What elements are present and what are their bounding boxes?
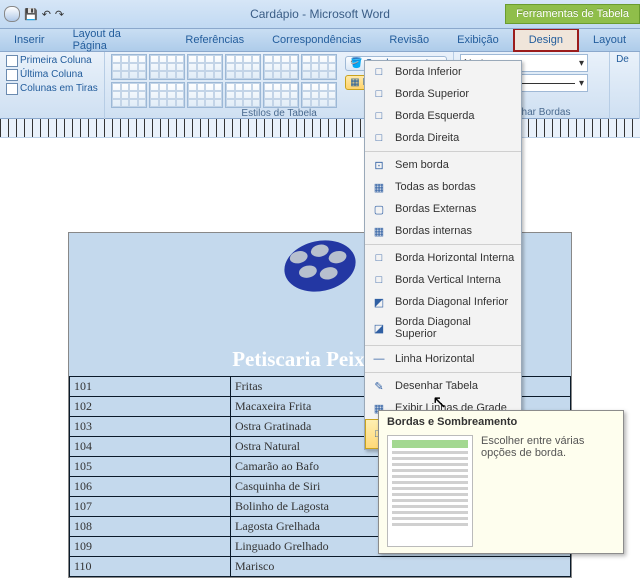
tab-revisão[interactable]: Revisão — [375, 30, 443, 50]
checkbox-última-coluna[interactable]: Última Coluna — [6, 68, 98, 82]
table-style-thumb[interactable] — [149, 82, 185, 108]
border-type-icon: □ — [371, 86, 387, 102]
border-type-icon: □ — [371, 130, 387, 146]
table-row[interactable]: 110Marisco — [70, 557, 571, 577]
table-style-thumb[interactable] — [301, 54, 337, 80]
tab-design[interactable]: Design — [513, 28, 579, 52]
menu-item-borda-esquerda[interactable]: □Borda Esquerda — [365, 105, 521, 127]
table-style-thumb[interactable] — [301, 82, 337, 108]
border-type-icon: ✎ — [371, 378, 387, 394]
table-style-thumb[interactable] — [263, 82, 299, 108]
redo-icon[interactable]: ↷ — [55, 8, 64, 21]
clipart-plate — [275, 241, 365, 341]
tooltip-text: Escolher entre várias opções de borda. — [481, 435, 615, 547]
chevron-down-icon: ▾ — [579, 58, 584, 69]
tooltip-title: Bordas e Sombreamento — [379, 411, 623, 431]
menu-item-bordas-internas[interactable]: ▦Bordas internas — [365, 220, 521, 242]
menu-item-borda-diagonal-superior[interactable]: ◪Borda Diagonal Superior — [365, 313, 521, 343]
chevron-down-icon: ▾ — [579, 78, 584, 89]
menu-item-todas-as-bordas[interactable]: ▦Todas as bordas — [365, 176, 521, 198]
table-style-options-group: Primeira ColunaÚltima ColunaColunas em T… — [0, 52, 105, 122]
border-type-icon: □ — [371, 108, 387, 124]
office-button[interactable] — [4, 6, 20, 22]
title-bar: 💾 ↶ ↷ Cardápio - Microsoft Word Ferramen… — [0, 0, 640, 29]
undo-icon[interactable]: ↶ — [42, 8, 51, 21]
menu-item-borda-direita[interactable]: □Borda Direita — [365, 127, 521, 149]
border-type-icon: ⊡ — [371, 157, 387, 173]
tab-inserir[interactable]: Inserir — [0, 30, 59, 50]
table-style-thumb[interactable] — [111, 54, 147, 80]
table-style-thumb[interactable] — [187, 82, 223, 108]
checkbox-primeira-coluna[interactable]: Primeira Coluna — [6, 54, 98, 68]
pen-group-partial: De — [610, 52, 640, 122]
table-style-thumb[interactable] — [111, 82, 147, 108]
menu-item-sem-borda[interactable]: ⊡Sem borda — [365, 154, 521, 176]
ribbon-tabs: InserirLayout da PáginaReferênciasCorres… — [0, 29, 640, 52]
border-icon: ▦ — [350, 77, 359, 88]
border-type-icon: — — [371, 351, 387, 367]
menu-item-borda-vertical-interna[interactable]: □Borda Vertical Interna — [365, 269, 521, 291]
table-style-thumb[interactable] — [263, 54, 299, 80]
menu-item-borda-horizontal-interna[interactable]: □Borda Horizontal Interna — [365, 247, 521, 269]
border-type-icon: ◩ — [371, 294, 387, 310]
checkbox-colunas-em-tiras[interactable]: Colunas em Tiras — [6, 82, 98, 96]
table-style-thumb[interactable] — [225, 54, 261, 80]
mouse-cursor-icon: ↖ — [432, 392, 447, 413]
document-title: Cardápio - Microsoft Word — [250, 7, 390, 21]
tab-layout[interactable]: Layout — [579, 30, 640, 50]
context-tab-badge: Ferramentas de Tabela — [505, 4, 640, 24]
menu-item-bordas-externas[interactable]: ▢Bordas Externas — [365, 198, 521, 220]
border-type-icon: ▦ — [371, 223, 387, 239]
menu-item-borda-superior[interactable]: □Borda Superior — [365, 83, 521, 105]
quick-access-toolbar: 💾 ↶ ↷ — [0, 6, 68, 22]
border-type-icon: ▦ — [371, 179, 387, 195]
tooltip: Bordas e Sombreamento Escolher entre vár… — [378, 410, 624, 554]
ribbon: Primeira ColunaÚltima ColunaColunas em T… — [0, 52, 640, 119]
menu-item-linha-horizontal[interactable]: —Linha Horizontal — [365, 348, 521, 370]
border-type-icon: □ — [371, 272, 387, 288]
tooltip-preview-icon — [387, 435, 473, 547]
paint-bucket-icon: 🪣 — [350, 58, 362, 69]
tab-referências[interactable]: Referências — [171, 30, 258, 50]
table-styles-gallery[interactable] — [111, 54, 341, 108]
table-style-thumb[interactable] — [149, 54, 185, 80]
table-style-thumb[interactable] — [225, 82, 261, 108]
tab-correspondências[interactable]: Correspondências — [258, 30, 375, 50]
table-style-thumb[interactable] — [187, 54, 223, 80]
menu-item-borda-diagonal-inferior[interactable]: ◩Borda Diagonal Inferior — [365, 291, 521, 313]
menu-item-borda-inferior[interactable]: □Borda Inferior — [365, 61, 521, 83]
save-icon[interactable]: 💾 — [24, 8, 38, 21]
border-type-icon: □ — [371, 250, 387, 266]
border-type-icon: ◪ — [371, 320, 387, 336]
tab-exibição[interactable]: Exibição — [443, 30, 513, 50]
border-type-icon: ▢ — [371, 201, 387, 217]
horizontal-ruler[interactable] — [0, 119, 640, 138]
border-type-icon: □ — [371, 64, 387, 80]
